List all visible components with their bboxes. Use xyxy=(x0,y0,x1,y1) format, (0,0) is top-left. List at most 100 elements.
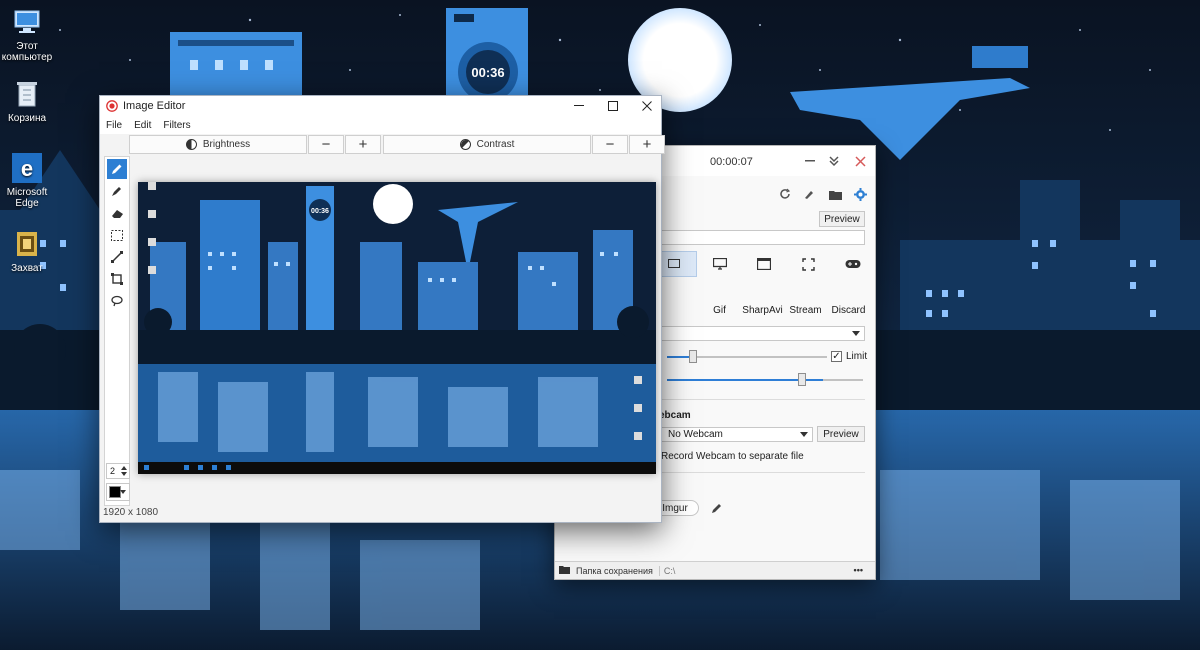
brightness-decrease-button[interactable]: − xyxy=(308,135,344,154)
brush-size-stepper[interactable]: 2 xyxy=(106,463,130,479)
refresh-icon xyxy=(780,188,791,199)
spinner-arrows-icon xyxy=(121,466,127,476)
limit-label: Limit xyxy=(846,351,868,362)
contrast-label: Contrast xyxy=(476,139,515,150)
monitor-icon xyxy=(712,258,727,270)
minimize-button[interactable] xyxy=(562,96,596,116)
brightness-control: Brightness − + xyxy=(129,135,381,154)
edge-icon: e xyxy=(11,152,43,184)
menu-bar: File Edit Filters xyxy=(100,116,661,134)
webcam-value: No Webcam xyxy=(668,429,723,440)
wallpaper-clock: 00:36 xyxy=(471,65,504,80)
tool-shape[interactable] xyxy=(107,269,127,289)
menu-file[interactable]: File xyxy=(106,120,122,131)
capture-mode-selector xyxy=(651,251,875,277)
webcam-preview-button[interactable]: Preview xyxy=(817,426,865,442)
chevron-down-icon xyxy=(800,432,808,437)
folder-icon xyxy=(559,565,570,576)
menu-filters[interactable]: Filters xyxy=(163,120,190,131)
contrast-increase-button[interactable]: + xyxy=(629,135,665,154)
webcam-dropdown[interactable]: No Webcam xyxy=(661,427,813,442)
tool-highlighter[interactable] xyxy=(107,181,127,201)
mode-game[interactable] xyxy=(831,251,875,277)
collapse-button[interactable] xyxy=(825,153,843,169)
window-icon xyxy=(757,258,772,270)
desktop-icon-this-pc[interactable]: Этот компьютер xyxy=(2,6,52,63)
mode-fullscreen[interactable] xyxy=(786,251,830,277)
gamepad-icon xyxy=(845,260,861,268)
brightness-label: Brightness xyxy=(202,139,251,150)
tool-line[interactable] xyxy=(107,247,127,267)
window-title: Image Editor xyxy=(123,100,186,112)
editor-titlebar: Image Editor xyxy=(100,96,661,116)
tab-format-partial[interactable] xyxy=(660,305,698,316)
divider xyxy=(651,472,865,473)
fullscreen-icon xyxy=(802,257,815,271)
mode-window[interactable] xyxy=(742,251,786,277)
close-button[interactable] xyxy=(851,153,869,169)
close-button[interactable] xyxy=(630,96,664,116)
fps-slider-thumb[interactable] xyxy=(689,350,697,363)
desktop-icon-label: Захват xyxy=(11,263,43,274)
recording-timer: 00:00:07 xyxy=(710,156,753,168)
maximize-button[interactable] xyxy=(596,96,630,116)
limit-checkbox[interactable]: ✓ xyxy=(831,351,842,362)
refresh-button[interactable] xyxy=(777,186,793,202)
image-canvas[interactable]: 00:36 xyxy=(138,182,656,474)
line-icon xyxy=(111,251,123,263)
lasso-icon xyxy=(111,295,123,307)
codec-dropdown[interactable]: ) xyxy=(651,326,865,341)
brush-icon xyxy=(805,191,813,199)
brightness-increase-button[interactable]: + xyxy=(345,135,381,154)
tool-lasso[interactable] xyxy=(107,291,127,311)
quality-slider-thumb[interactable] xyxy=(798,373,806,386)
chevron-down-icon xyxy=(852,331,860,336)
minimize-button[interactable] xyxy=(801,153,819,169)
minimize-icon xyxy=(805,160,815,162)
fps-slider[interactable] xyxy=(667,350,827,363)
settings-button[interactable] xyxy=(852,186,868,202)
desktop-icon-capture[interactable]: Захват xyxy=(2,228,52,274)
contrast-control: Contrast − + xyxy=(383,135,665,154)
pencil-icon xyxy=(112,164,122,174)
eraser-icon xyxy=(111,209,123,218)
tool-select[interactable] xyxy=(107,225,127,245)
folder-icon xyxy=(828,190,842,200)
image-size-label: 1920 x 1080 xyxy=(103,507,159,518)
region-field[interactable] xyxy=(651,230,865,245)
edit-upload-button[interactable] xyxy=(711,503,722,517)
menu-edit[interactable]: Edit xyxy=(134,120,151,131)
tab-stream[interactable]: Stream xyxy=(784,305,827,316)
color-picker[interactable] xyxy=(106,483,130,501)
contrast-icon xyxy=(459,139,471,150)
save-path-field[interactable]: C:\ xyxy=(658,565,809,576)
tool-pen[interactable] xyxy=(107,159,127,179)
tab-sharpavi[interactable]: SharpAvi xyxy=(741,305,784,316)
image-editor-window: Image Editor File Edit Filters Brightnes… xyxy=(99,95,665,523)
divider xyxy=(651,399,865,400)
output-format-tabs: Gif SharpAvi Stream Discard xyxy=(660,305,870,316)
tab-gif[interactable]: Gif xyxy=(698,305,741,316)
desktop-icon-edge[interactable]: e Microsoft Edge xyxy=(2,152,52,209)
separate-file-label: Record Webcam to separate file xyxy=(661,451,804,462)
desktop-icon-label: Этот компьютер xyxy=(1,41,53,63)
folder-button[interactable] xyxy=(827,186,843,202)
save-folder-label: Папка сохранения xyxy=(576,565,653,576)
save-folder-bar: Папка сохранения C:\ ••• xyxy=(555,561,875,579)
preview-button[interactable]: Preview xyxy=(819,211,865,227)
more-options-button[interactable]: ••• xyxy=(854,565,863,575)
close-icon xyxy=(642,101,652,111)
desktop-icon-recycle-bin[interactable]: Корзина xyxy=(2,78,52,124)
gear-icon xyxy=(853,187,867,201)
quality-slider[interactable] xyxy=(667,373,863,386)
svg-text:e: e xyxy=(21,156,33,181)
brush-button[interactable] xyxy=(801,186,817,202)
canvas-clock: 00:36 xyxy=(311,208,329,215)
brush-size-value: 2 xyxy=(110,466,116,476)
tab-discard[interactable]: Discard xyxy=(827,305,870,316)
highlighter-icon xyxy=(112,187,121,196)
tool-eraser[interactable] xyxy=(107,203,127,223)
region-icon xyxy=(668,259,681,268)
mode-screen[interactable] xyxy=(697,251,741,277)
contrast-decrease-button[interactable]: − xyxy=(592,135,628,154)
